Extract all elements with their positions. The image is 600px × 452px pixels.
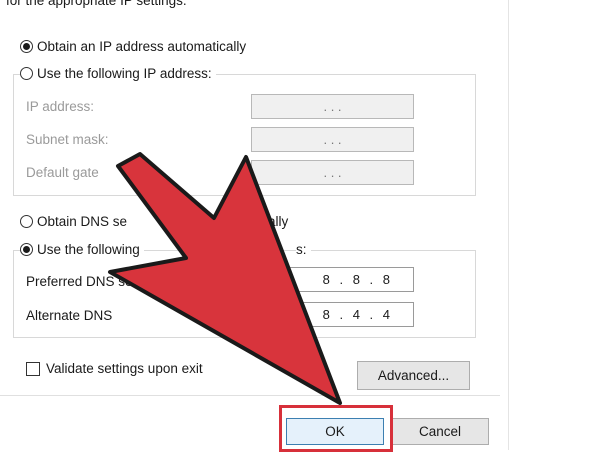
ip-address-input[interactable]: . . .: [251, 94, 414, 119]
obtain-dns-auto-radio[interactable]: [20, 215, 33, 228]
alternate-dns-input[interactable]: 8 . 4 . 4: [251, 302, 414, 327]
use-following-ip-radio[interactable]: [20, 67, 33, 80]
obtain-dns-auto-label-tail: ally: [268, 214, 289, 229]
footer-separator: [0, 395, 500, 396]
obtain-ip-auto-label: Obtain an IP address automatically: [37, 39, 247, 54]
right-background-panel: [500, 0, 600, 450]
obtain-dns-auto-option[interactable]: Obtain DNS se: [20, 214, 127, 229]
validate-settings-label: Validate settings upon exit: [46, 361, 203, 376]
preferred-dns-input[interactable]: 8 . 8 . 8: [251, 267, 414, 292]
obtain-ip-auto-option[interactable]: Obtain an IP address automatically: [20, 39, 246, 54]
default-gateway-dots: . . .: [323, 165, 342, 180]
use-following-dns-label-tail: s:: [296, 242, 311, 257]
default-gateway-label: Default gate: [26, 165, 99, 180]
subnet-mask-label: Subnet mask:: [26, 132, 109, 147]
advanced-button[interactable]: Advanced...: [357, 361, 470, 390]
right-panel-divider: [508, 0, 509, 450]
use-following-dns-label: Use the following: [37, 242, 140, 257]
validate-settings-option[interactable]: Validate settings upon exit: [26, 361, 203, 376]
alternate-dns-label: Alternate DNS: [26, 308, 113, 323]
subnet-mask-input[interactable]: . . .: [251, 127, 414, 152]
obtain-dns-auto-label: Obtain DNS se: [37, 214, 128, 229]
validate-settings-checkbox[interactable]: [26, 361, 40, 376]
preferred-dns-value: 8 . 8 . 8: [322, 272, 393, 287]
use-following-ip-label: Use the following IP address:: [37, 66, 212, 81]
use-following-dns-option[interactable]: Use the following: [20, 242, 144, 257]
ok-button-highlight-box: [279, 405, 393, 452]
ip-address-dots: . . .: [323, 99, 342, 114]
use-following-dns-radio[interactable]: [20, 243, 33, 256]
instruction-text: for the appropriate IP settings.: [6, 0, 187, 8]
subnet-mask-dots: . . .: [323, 132, 342, 147]
cancel-button[interactable]: Cancel: [391, 418, 489, 445]
alternate-dns-value: 8 . 4 . 4: [322, 307, 393, 322]
preferred-dns-label: Preferred DNS serv: [26, 274, 144, 289]
ip-address-label: IP address:: [26, 99, 95, 114]
obtain-ip-auto-radio[interactable]: [20, 40, 33, 53]
tcp-ipv4-properties-dialog: for the appropriate IP settings. Obtain …: [0, 0, 501, 452]
default-gateway-input[interactable]: . . .: [251, 160, 414, 185]
use-following-ip-option[interactable]: Use the following IP address:: [20, 66, 216, 81]
